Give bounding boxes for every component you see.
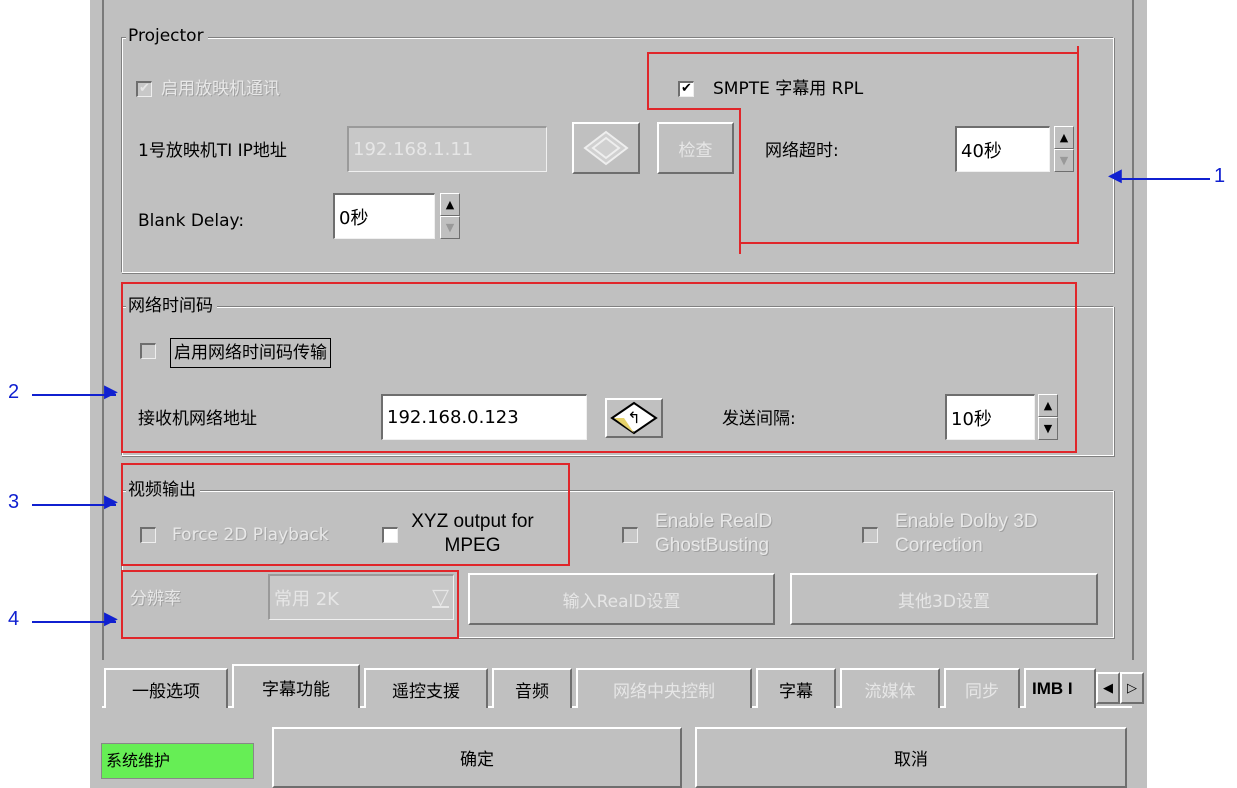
tab-subtitle-function[interactable]: 字幕功能 — [232, 664, 360, 708]
smpte-label: SMPTE 字幕用 RPL — [713, 79, 864, 99]
arrowhead-right-icon: ▶ — [104, 381, 118, 401]
realid-ghost-checkbox[interactable] — [622, 527, 638, 543]
annotation-2: 2 — [8, 381, 20, 403]
blank-delay-spinner[interactable]: ▲ ▼ — [440, 193, 460, 239]
tab-audio[interactable]: 音频 — [492, 668, 572, 708]
enable-comm-checkbox[interactable]: ✔ — [136, 81, 152, 97]
smpte-checkbox[interactable]: ✔ — [678, 81, 694, 97]
arrowhead-right-icon: ▶ — [104, 608, 118, 628]
panel-right-edge — [1132, 0, 1134, 660]
spin-down-icon[interactable]: ▼ — [1054, 149, 1074, 172]
tab-subtitle[interactable]: 字幕 — [756, 668, 836, 708]
tab-scroll-left[interactable]: ◀ — [1096, 672, 1120, 704]
tab-network-control[interactable]: 网络中央控制 — [576, 668, 752, 708]
tab-general[interactable]: 一般选项 — [104, 668, 228, 708]
highlight-1-mid — [647, 108, 741, 110]
ok-button[interactable]: 确定 — [272, 727, 682, 788]
annotation-4: 4 — [8, 608, 20, 630]
timeout-label: 网络超时: — [765, 141, 839, 161]
diamond-icon — [583, 130, 629, 166]
other3d-settings-button[interactable]: 其他3D设置 — [790, 573, 1098, 625]
ip-edit-button[interactable] — [572, 122, 640, 174]
check-button[interactable]: 检查 — [657, 122, 734, 174]
ti-ip-label: 1号放映机TI IP地址 — [138, 141, 287, 161]
status-badge: 系统维护 — [101, 743, 254, 779]
ti-ip-input[interactable]: 192.168.1.11 — [347, 126, 547, 172]
dolby3d-label: Enable Dolby 3D Correction — [895, 511, 1038, 556]
highlight-1-left-top — [647, 52, 649, 110]
spin-up-icon[interactable]: ▲ — [1054, 126, 1074, 149]
realid-settings-button[interactable]: 输入RealD设置 — [468, 573, 775, 625]
highlight-1-bottom — [739, 242, 1079, 244]
tab-scroll-right[interactable]: ▷ — [1120, 672, 1144, 704]
annotation-3: 3 — [8, 491, 20, 513]
tab-streaming[interactable]: 流媒体 — [840, 668, 940, 708]
spin-down-icon[interactable]: ▼ — [440, 216, 460, 239]
spin-up-icon[interactable]: ▲ — [440, 193, 460, 216]
timeout-input[interactable]: 40秒 — [955, 126, 1050, 172]
highlight-1-top — [647, 52, 1079, 54]
highlight-3 — [121, 463, 570, 566]
tab-remote[interactable]: 遥控支援 — [364, 668, 488, 708]
blank-delay-input[interactable]: 0秒 — [333, 193, 435, 239]
tab-sync[interactable]: 同步 — [944, 668, 1020, 708]
projector-legend: Projector — [126, 26, 208, 46]
enable-comm-label: 启用放映机通讯 — [161, 79, 280, 99]
highlight-1-left-bottom — [739, 108, 741, 254]
arrowhead-right-icon: ▶ — [104, 491, 118, 511]
highlight-2 — [121, 282, 1077, 453]
highlight-1-right — [1077, 46, 1079, 244]
tab-imb[interactable]: IMB I — [1024, 668, 1096, 708]
timeout-spinner[interactable]: ▲ ▼ — [1054, 126, 1074, 172]
dolby3d-checkbox[interactable] — [862, 527, 878, 543]
panel-left-edge — [102, 0, 104, 660]
arrowhead-left-icon: ◀ — [1108, 165, 1122, 185]
annotation-1: 1 — [1214, 165, 1226, 187]
cancel-button[interactable]: 取消 — [695, 727, 1127, 788]
annotation-arrow-1 — [1118, 178, 1210, 180]
highlight-4 — [121, 570, 459, 639]
blank-delay-label: Blank Delay: — [138, 211, 245, 231]
realid-ghost-label: Enable RealD GhostBusting — [655, 511, 773, 556]
